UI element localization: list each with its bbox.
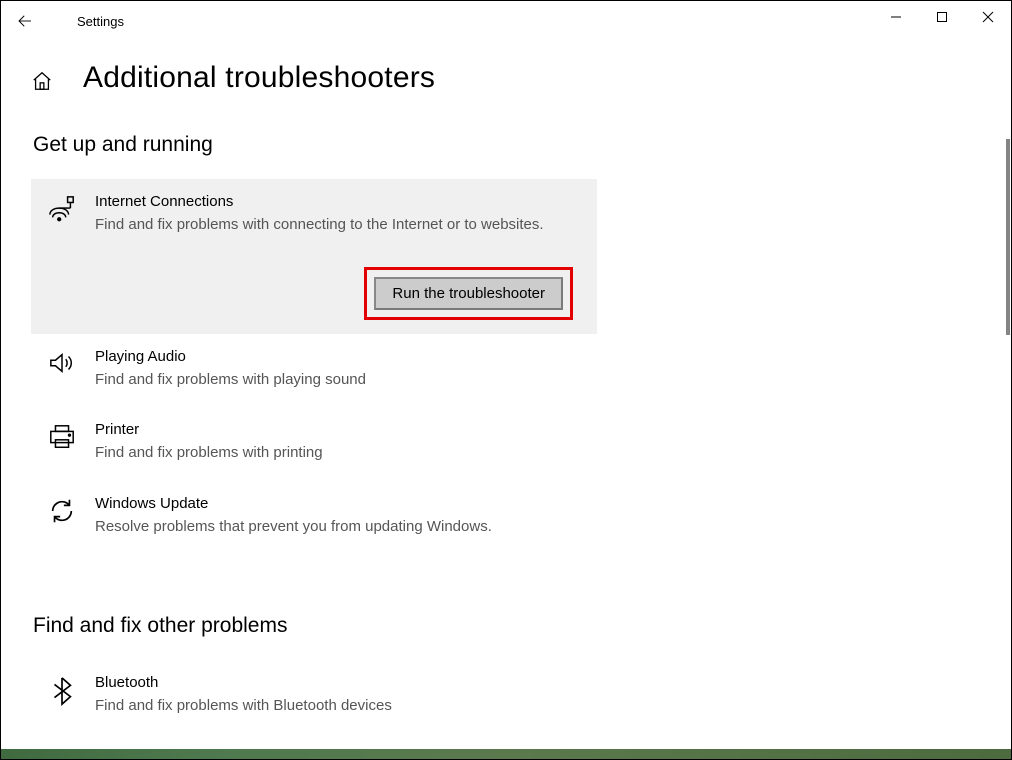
run-troubleshooter-button[interactable]: Run the troubleshooter bbox=[374, 277, 563, 310]
section-heading-running: Get up and running bbox=[33, 133, 1011, 157]
troubleshooter-printer[interactable]: Printer Find and fix problems with print… bbox=[31, 407, 597, 481]
desktop-edge bbox=[1, 749, 1011, 759]
item-desc: Find and fix problems with printing bbox=[95, 442, 579, 465]
item-name: Windows Update bbox=[95, 495, 579, 512]
bluetooth-icon bbox=[45, 674, 79, 718]
troubleshooter-internet-connections[interactable]: Internet Connections Find and fix proble… bbox=[31, 179, 597, 334]
page-title: Additional troubleshooters bbox=[83, 61, 435, 95]
item-name: Playing Audio bbox=[95, 348, 579, 365]
close-button[interactable] bbox=[965, 1, 1011, 33]
minimize-button[interactable] bbox=[873, 1, 919, 33]
audio-icon bbox=[45, 348, 79, 392]
item-desc: Find and fix problems with playing sound bbox=[95, 369, 579, 392]
troubleshooter-bluetooth[interactable]: Bluetooth Find and fix problems with Blu… bbox=[31, 660, 597, 734]
item-desc: Resolve problems that prevent you from u… bbox=[95, 516, 579, 539]
page-header: Additional troubleshooters bbox=[31, 61, 1011, 95]
troubleshooter-playing-audio[interactable]: Playing Audio Find and fix problems with… bbox=[31, 334, 597, 408]
section-heading-other: Find and fix other problems bbox=[33, 614, 1011, 638]
item-name: Bluetooth bbox=[95, 674, 579, 691]
titlebar: Settings bbox=[1, 1, 1011, 41]
back-button[interactable] bbox=[1, 1, 49, 41]
internet-icon bbox=[45, 193, 79, 237]
item-name: Printer bbox=[95, 421, 579, 438]
content: Additional troubleshooters Get up and ru… bbox=[31, 61, 1011, 759]
printer-icon bbox=[45, 421, 79, 465]
item-desc: Find and fix problems with Bluetooth dev… bbox=[95, 695, 579, 718]
maximize-button[interactable] bbox=[919, 1, 965, 33]
window-controls bbox=[873, 1, 1011, 33]
item-name: Internet Connections bbox=[95, 193, 579, 210]
item-desc: Find and fix problems with connecting to… bbox=[95, 214, 579, 237]
home-icon[interactable] bbox=[31, 70, 53, 92]
troubleshooter-windows-update[interactable]: Windows Update Resolve problems that pre… bbox=[31, 481, 597, 555]
highlight-box: Run the troubleshooter bbox=[364, 267, 573, 320]
update-icon bbox=[45, 495, 79, 539]
window-title: Settings bbox=[77, 14, 124, 29]
